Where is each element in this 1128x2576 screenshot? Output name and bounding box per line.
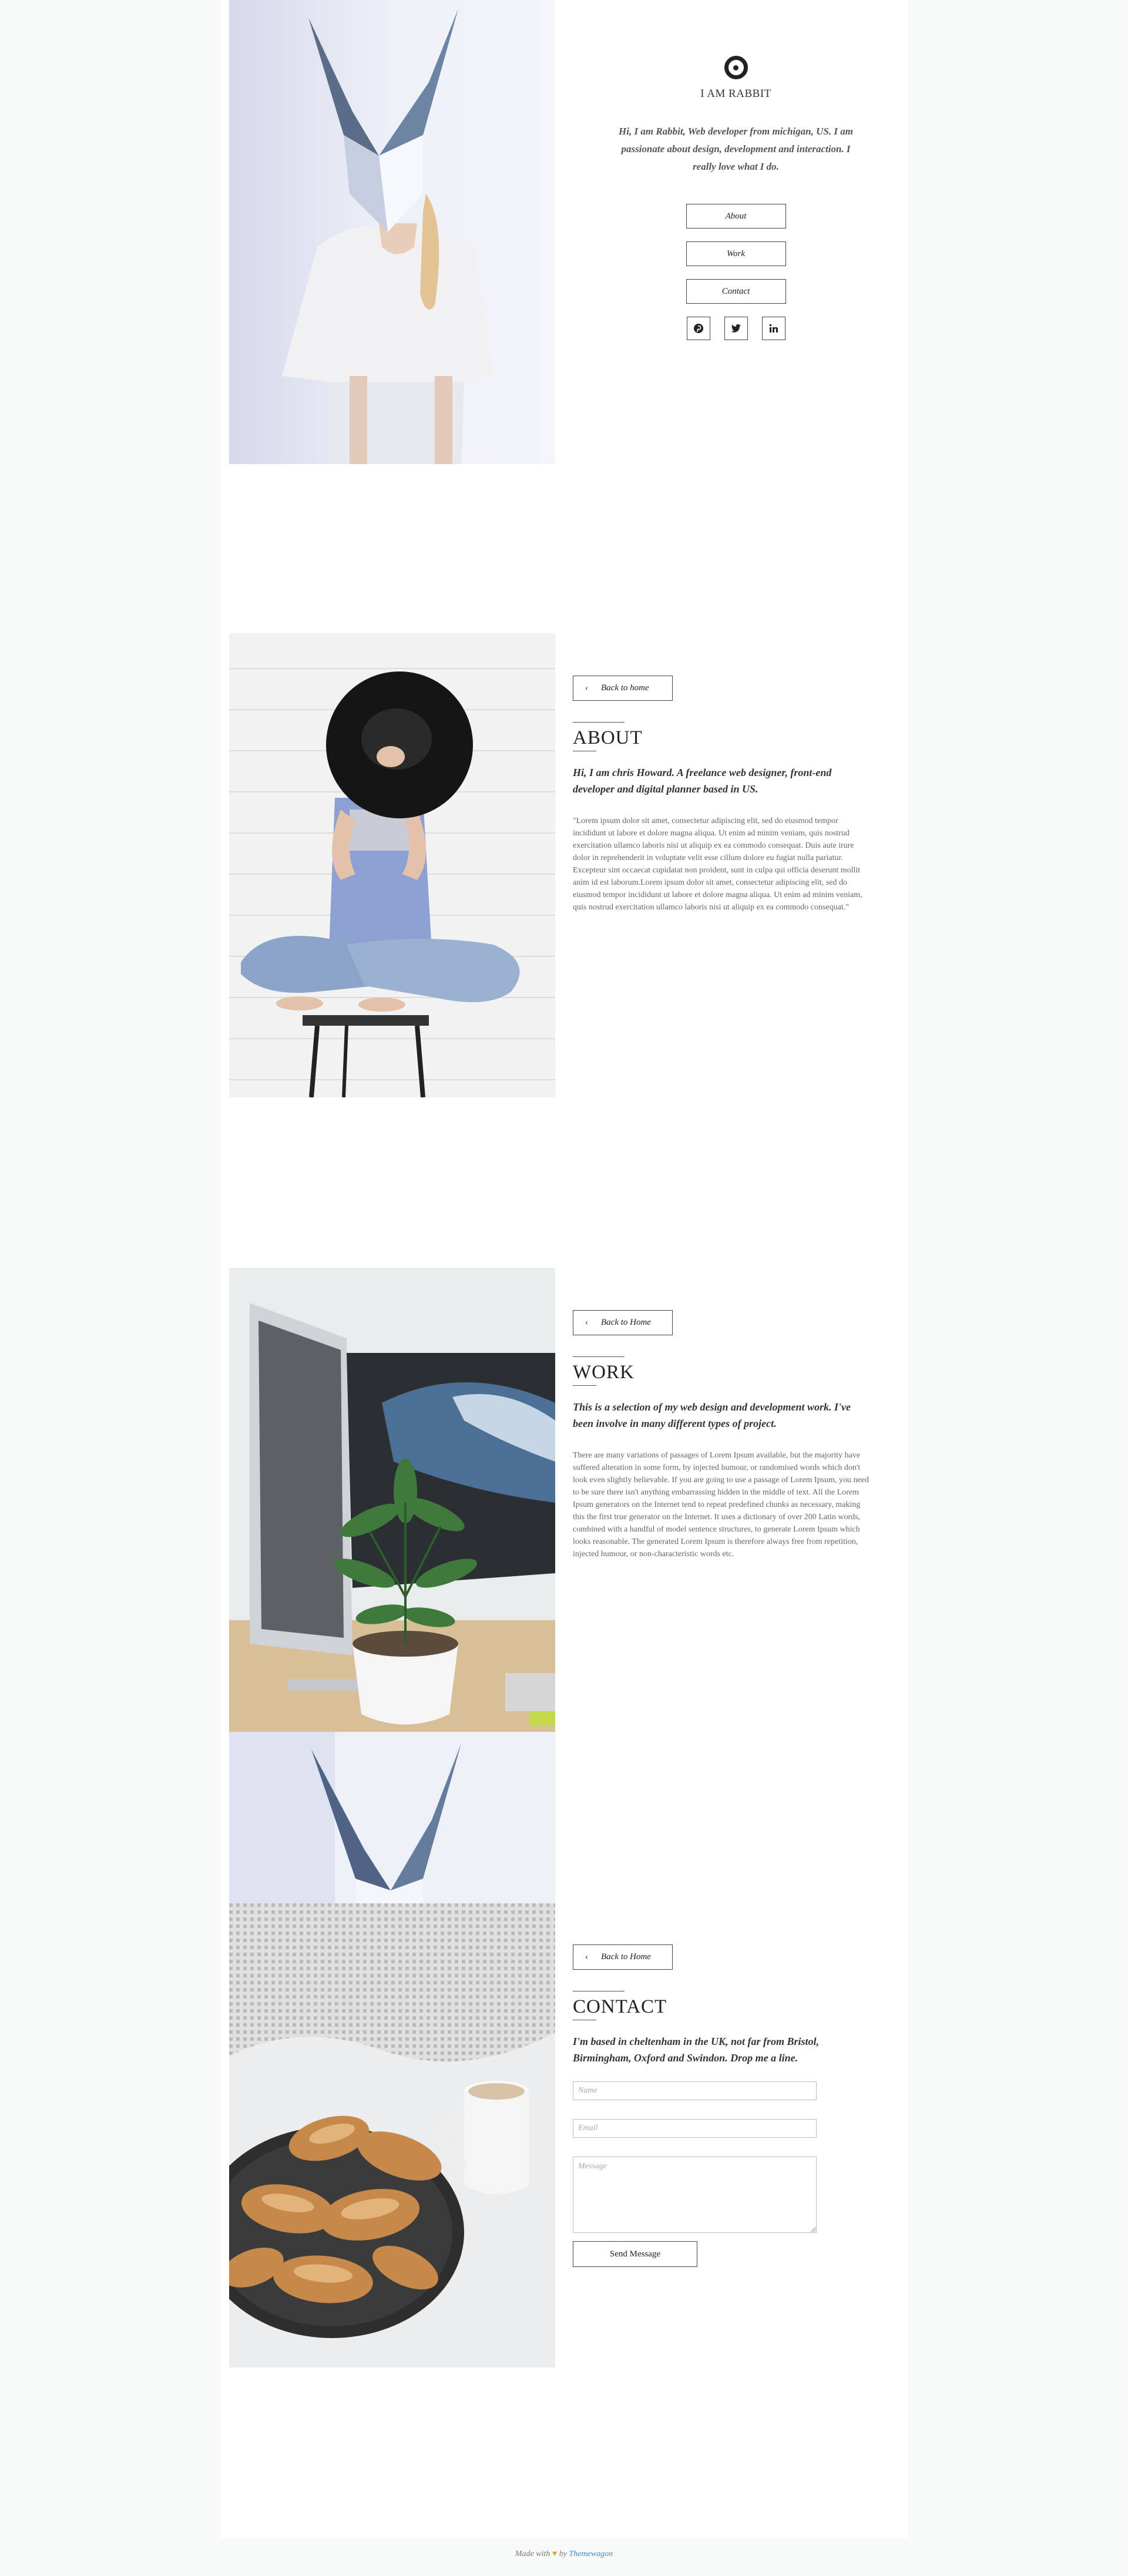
intro-text: Hi, I am Rabbit, Web developer from mich…: [619, 126, 853, 172]
chevron-left-icon: ‹: [585, 1952, 588, 1962]
about-button[interactable]: About: [686, 204, 786, 229]
themewagon-link[interactable]: Themewagon: [569, 2550, 613, 2558]
about-body: "Lorem ipsum dolor sit amet, consectetur…: [573, 817, 862, 912]
home-intro: I AM RABBIT Hi, I am Rabbit, Web develop…: [602, 56, 870, 340]
email-field[interactable]: [573, 2119, 817, 2138]
back-to-home-label: Back to Home: [601, 1318, 651, 1327]
croissants-photo: [229, 1903, 555, 2367]
twitter-icon[interactable]: [724, 317, 748, 340]
contact-form: Send Message: [573, 2081, 872, 2267]
footer-by: by: [559, 2550, 567, 2558]
contact-title: CONTACT: [573, 1996, 667, 2017]
desk-plant-photo: [229, 1268, 555, 1732]
social-links: [602, 317, 870, 340]
divider: [573, 1356, 625, 1357]
about-title: ABOUT: [573, 727, 643, 748]
message-field[interactable]: [573, 2157, 817, 2233]
about-section: ‹ Back to home ABOUT Hi, I am chris Howa…: [573, 676, 872, 913]
title-underline: [573, 1385, 596, 1386]
footer: Made with ♥ by Themewagon: [0, 2550, 1128, 2559]
chevron-left-icon: ‹: [585, 683, 588, 693]
girl-with-hat-photo: [229, 633, 555, 1097]
contact-button[interactable]: Contact: [686, 279, 786, 304]
divider: [573, 722, 625, 723]
work-button[interactable]: Work: [686, 241, 786, 266]
rabbit-mask-photo: [229, 0, 555, 464]
logo-icon: [724, 56, 748, 79]
work-body: There are many variations of passages of…: [573, 1451, 869, 1559]
chevron-left-icon: ‹: [585, 1318, 588, 1327]
main-menu: About Work Contact: [602, 204, 870, 304]
pinterest-icon[interactable]: [686, 317, 710, 340]
work-section: ‹ Back to Home WORK This is a selection …: [573, 1310, 872, 1560]
work-lead: This is a selection of my web design and…: [573, 1401, 851, 1429]
heart-icon: ♥: [552, 2550, 558, 2558]
work-title: WORK: [573, 1362, 634, 1383]
footer-prefix: Made with: [515, 2550, 550, 2558]
back-to-home-button[interactable]: ‹ Back to Home: [573, 1310, 673, 1335]
about-lead: Hi, I am chris Howard. A freelance web d…: [573, 767, 832, 795]
contact-section: ‹ Back to Home CONTACT I'm based in chel…: [573, 1944, 872, 2267]
contact-lead: I'm based in cheltenham in the UK, not f…: [573, 2036, 820, 2064]
back-to-home-button[interactable]: ‹ Back to home: [573, 676, 673, 701]
name-field[interactable]: [573, 2081, 817, 2100]
linkedin-icon[interactable]: [761, 317, 785, 340]
rabbit-ears-photo: [229, 1732, 555, 1903]
site-title: I AM RABBIT: [700, 88, 771, 100]
send-message-button[interactable]: Send Message: [573, 2241, 697, 2267]
back-to-home-label: Back to Home: [601, 1952, 651, 1962]
back-to-home-label: Back to home: [601, 683, 649, 693]
back-to-home-button[interactable]: ‹ Back to Home: [573, 1944, 673, 1970]
